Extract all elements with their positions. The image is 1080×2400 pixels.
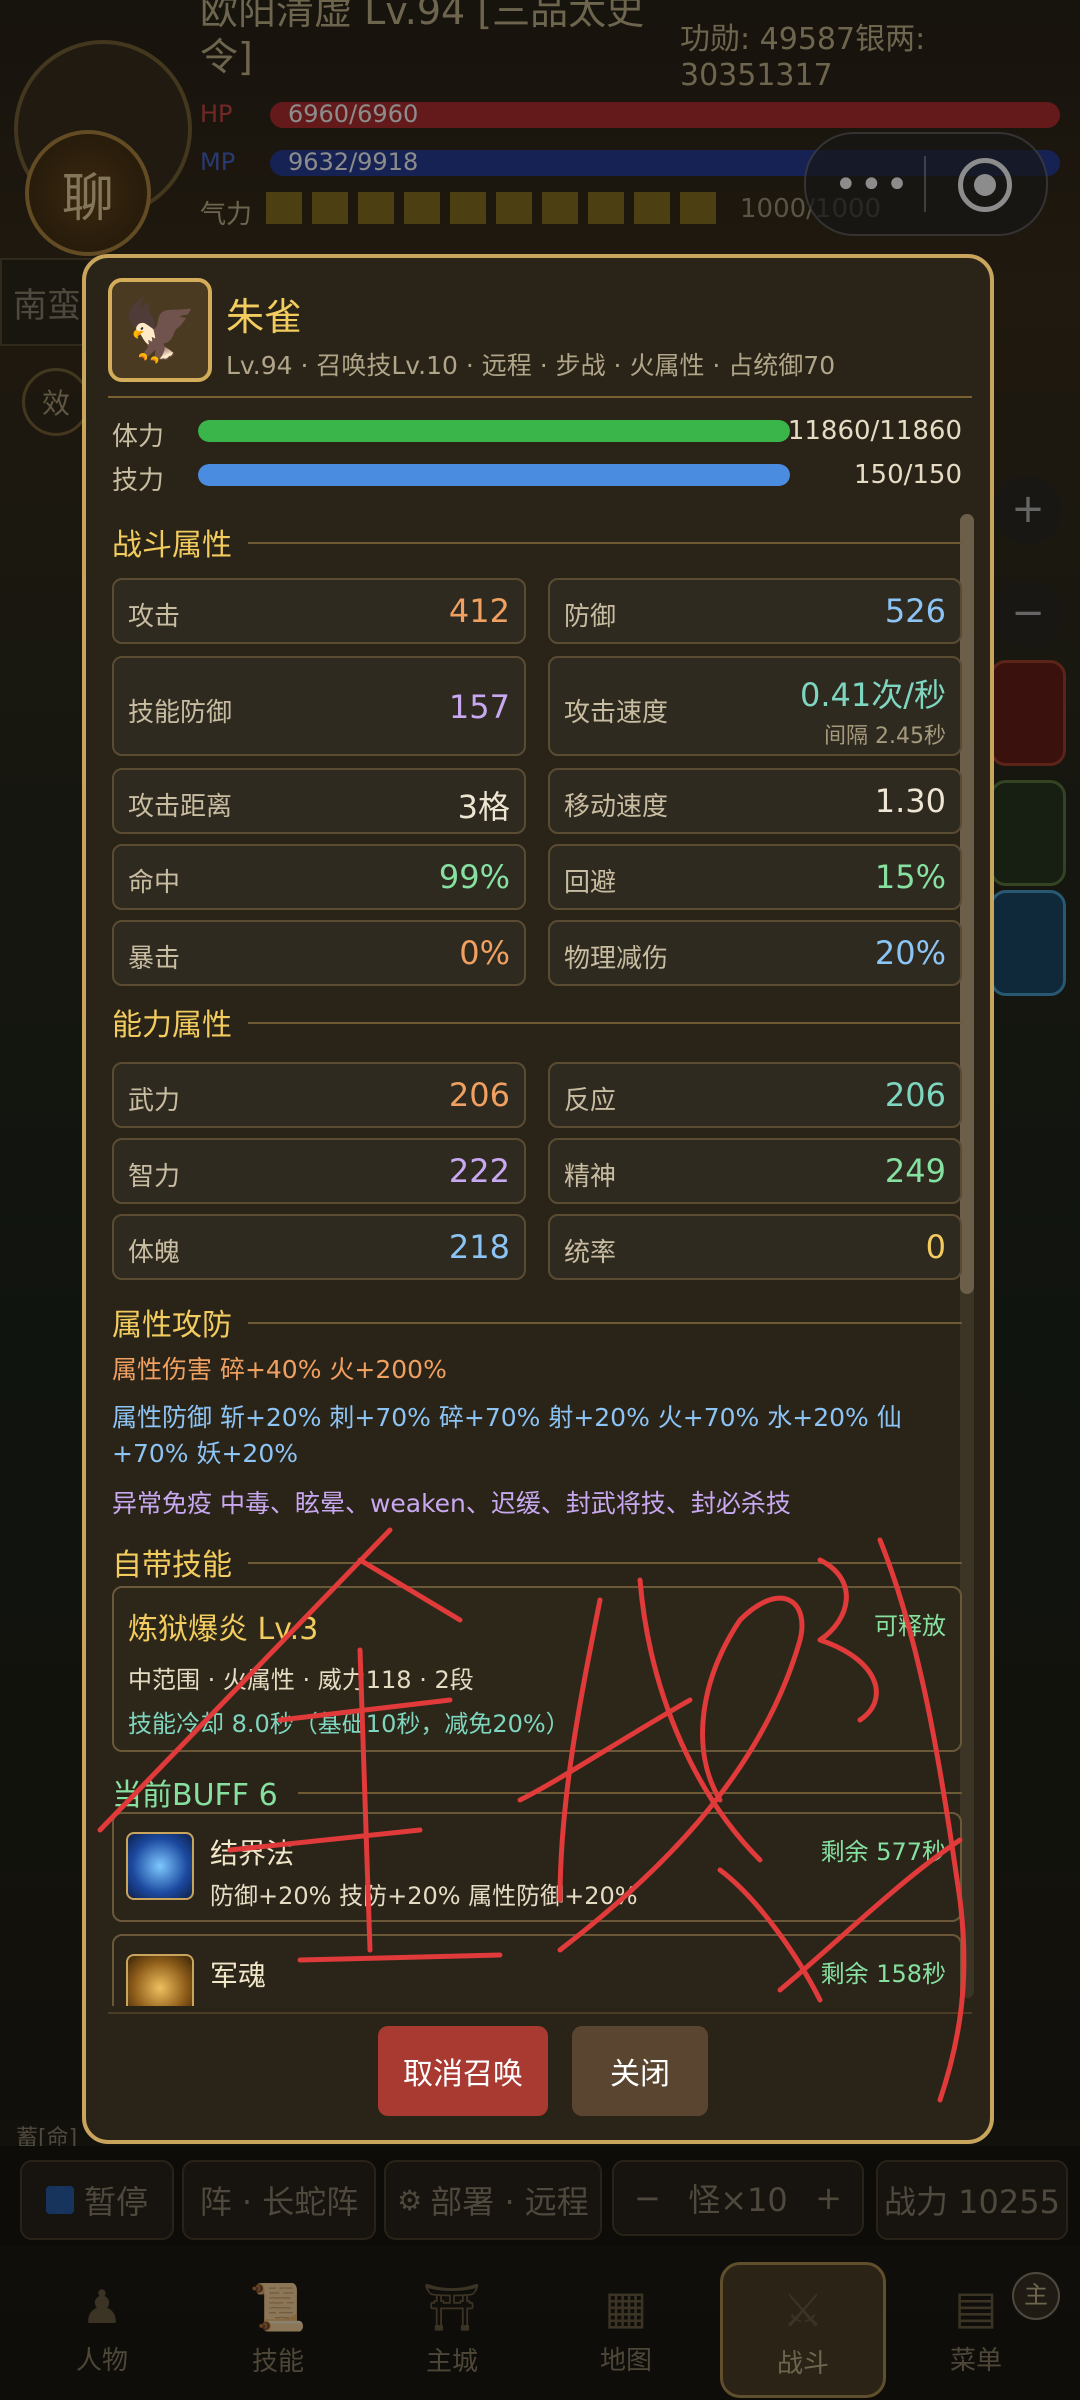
ability-section-title: 能力属性 <box>112 1008 232 1043</box>
stamina-label: 体力 <box>112 422 165 452</box>
buff-card: 结界法 剩余 577秒 防御+20% 技防+20% 属性防御+20% <box>112 1812 962 1922</box>
close-button[interactable]: 关闭 <box>572 2026 708 2116</box>
footer-divider <box>108 2012 972 2014</box>
skill-cooldown: 技能冷却 8.0秒（基础10秒，减免20%） <box>128 1710 570 1738</box>
summon-detail-modal: 🦅 朱雀 Lv.94 · 召唤技Lv.10 · 远程 · 步战 · 火属性 · … <box>82 254 994 2144</box>
element-section-title: 属性攻防 <box>112 1308 232 1343</box>
innate-skill-card: 炼狱爆炎 Lv.3 可释放 中范围 · 火属性 · 威力118 · 2段 技能冷… <box>112 1586 962 1752</box>
modal-scroll-area[interactable]: 战斗属性 攻击 412 防御 526 技能防御 157 攻击速度 0.41次/秒… <box>108 506 968 2006</box>
stat-crit: 暴击 0% <box>112 920 526 986</box>
stat-physique: 体魄 218 <box>112 1214 526 1280</box>
stat-defense: 防御 526 <box>548 578 962 644</box>
stat-range: 攻击距离 3格 <box>112 768 526 834</box>
buff-section-title: 当前BUFF 6 <box>112 1778 278 1813</box>
divider <box>108 396 972 398</box>
stat-hit: 命中 99% <box>112 844 526 910</box>
stat-phys-reduction: 物理减伤 20% <box>548 920 962 986</box>
stat-skill-defense: 技能防御 157 <box>112 656 526 756</box>
cancel-summon-button[interactable]: 取消召唤 <box>378 2026 548 2116</box>
skill-points-value: 150/150 <box>853 460 962 490</box>
stat-dodge: 回避 15% <box>548 844 962 910</box>
buff-card: 军魂 剩余 158秒 <box>112 1934 962 2006</box>
buff-effect: 防御+20% 技防+20% 属性防御+20% <box>210 1882 638 1910</box>
buff-remaining: 剩余 577秒 <box>820 1838 946 1866</box>
innate-skill-title: 自带技能 <box>112 1548 232 1583</box>
skill-detail: 中范围 · 火属性 · 威力118 · 2段 <box>128 1666 474 1694</box>
element-defense: 属性防御 斩+20% 刺+70% 碎+70% 射+20% 火+70% 水+20%… <box>112 1403 902 1468</box>
summon-subtitle: Lv.94 · 召唤技Lv.10 · 远程 · 步战 · 火属性 · 占统御70 <box>226 351 836 380</box>
stat-reaction: 反应 206 <box>548 1062 962 1128</box>
barrier-buff-icon <box>126 1832 194 1900</box>
eagle-icon: 🦅 <box>108 278 212 382</box>
army-soul-buff-icon <box>126 1954 194 2006</box>
summon-name: 朱雀 <box>226 295 303 339</box>
skill-status: 可释放 <box>874 1612 946 1640</box>
stat-attack-speed: 攻击速度 0.41次/秒 间隔 2.45秒 <box>548 656 962 756</box>
stat-leadership: 统率 0 <box>548 1214 962 1280</box>
skill-points-bar <box>198 464 790 486</box>
buff-name: 结界法 <box>210 1837 295 1870</box>
stamina-bar <box>198 420 790 442</box>
stamina-value: 11860/11860 <box>787 416 962 446</box>
skill-points-label: 技力 <box>112 466 165 496</box>
status-immunity: 异常免疫 中毒、眩晕、weaken、迟缓、封武将技、封必杀技 <box>112 1489 791 1518</box>
buff-remaining: 剩余 158秒 <box>820 1960 946 1988</box>
skill-name: 炼狱爆炎 Lv.3 <box>128 1612 319 1647</box>
stat-move-speed: 移动速度 1.30 <box>548 768 962 834</box>
stat-strength: 武力 206 <box>112 1062 526 1128</box>
stat-spirit: 精神 249 <box>548 1138 962 1204</box>
element-damage: 属性伤害 碎+40% 火+200% <box>112 1355 447 1384</box>
combat-section-title: 战斗属性 <box>112 528 232 563</box>
stat-intellect: 智力 222 <box>112 1138 526 1204</box>
stat-attack: 攻击 412 <box>112 578 526 644</box>
buff-name: 军魂 <box>210 1959 267 1992</box>
